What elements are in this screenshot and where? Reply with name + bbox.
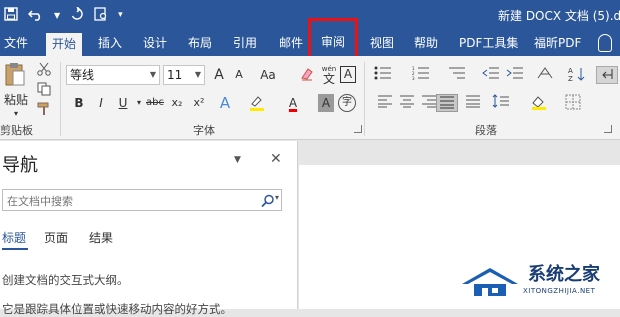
search-dropdown-icon[interactable]: ▾ (275, 193, 279, 202)
tab-foxit-pdf[interactable]: 福昕PDF (534, 31, 581, 56)
search-icon[interactable] (261, 193, 275, 208)
paste-icon[interactable] (4, 62, 26, 88)
watermark-text: 系统之家 (528, 264, 600, 285)
sort-icon[interactable]: AZ (566, 66, 588, 84)
tab-file[interactable]: 文件 (4, 31, 28, 56)
tab-insert[interactable]: 插入 (98, 31, 122, 56)
enclose-characters-button[interactable]: 字 (338, 94, 356, 112)
tab-references[interactable]: 引用 (233, 31, 257, 56)
nav-options-icon[interactable]: ▼ (234, 155, 241, 165)
change-case-button[interactable]: Aa (254, 66, 282, 84)
nav-help-text-2: 它是跟踪具体位置或快速移动内容的好方式。 (2, 302, 232, 316)
svg-text:A: A (568, 67, 573, 75)
subscript-button[interactable]: x₂ (166, 94, 188, 112)
font-name-combo[interactable]: 等线 ▼ (66, 65, 160, 85)
superscript-button[interactable]: x² (188, 94, 210, 112)
clipboard-group-label: 剪贴板 (0, 124, 33, 137)
undo-icon[interactable] (27, 7, 44, 24)
font-size-combo[interactable]: 11 ▼ (163, 65, 205, 85)
quick-access-toolbar: ▼ ▾ (4, 0, 123, 31)
decrease-indent-icon[interactable] (480, 66, 502, 84)
close-icon[interactable]: ✕ (270, 151, 282, 167)
tab-home[interactable]: 开始 (46, 33, 83, 56)
svg-text:Z: Z (568, 75, 573, 82)
tab-pdf-tools[interactable]: PDF工具集 (459, 31, 518, 56)
paragraph-group-label: 段落 (475, 124, 497, 137)
nav-search-box[interactable]: ▾ (2, 189, 282, 212)
shrink-font-button[interactable]: A (228, 66, 250, 84)
line-spacing-icon[interactable] (490, 94, 512, 112)
show-marks-icon[interactable] (596, 66, 618, 84)
bold-button[interactable]: B (68, 94, 90, 112)
save-icon[interactable] (4, 7, 18, 24)
lightbulb-icon[interactable] (598, 34, 612, 52)
tab-view[interactable]: 视图 (370, 31, 394, 56)
font-name-value: 等线 (70, 68, 95, 82)
multilevel-list-icon[interactable] (446, 66, 468, 84)
redo-icon[interactable] (70, 6, 84, 24)
chinese-layout-icon[interactable] (534, 66, 556, 84)
navigation-pane: 导航 ▼ ✕ ▾ 标题 页面 结果 创建文档的交互式大纲。 它是跟踪具体位置或快… (0, 141, 298, 316)
nav-pane-title: 导航 (2, 155, 38, 176)
shading-icon[interactable] (528, 94, 550, 112)
grow-font-button[interactable]: A (208, 66, 230, 84)
nav-tab-results[interactable]: 结果 (89, 229, 113, 246)
text-effects-button[interactable]: A (214, 94, 236, 112)
customize-icon[interactable]: ▾ (118, 11, 123, 20)
align-left-icon[interactable] (374, 94, 396, 112)
svg-text:3: 3 (412, 76, 415, 80)
nav-search-input[interactable] (3, 191, 243, 212)
highlight-icon[interactable] (246, 94, 268, 112)
nav-tab-pages[interactable]: 页面 (44, 229, 68, 246)
paragraph-dialog-launcher-icon[interactable] (604, 125, 612, 133)
copy-icon[interactable] (36, 82, 52, 98)
ribbon: 粘贴 ▾ 剪贴板 等线 ▼ 11 ▼ A A Aa wén 文 A B I U … (0, 56, 620, 140)
tab-design[interactable]: 设计 (143, 31, 167, 56)
nav-tab-headings[interactable]: 标题 (2, 229, 26, 246)
align-center-icon[interactable] (396, 94, 418, 112)
chevron-down-icon[interactable]: ▼ (195, 66, 201, 84)
justify-icon[interactable] (436, 94, 458, 112)
distributed-icon[interactable] (462, 94, 484, 112)
chevron-down-icon[interactable]: ▼ (150, 66, 156, 84)
character-shading-button[interactable]: A (318, 94, 334, 112)
font-group-label: 字体 (193, 124, 215, 137)
print-preview-icon[interactable] (94, 7, 108, 24)
document-title: 新建 DOCX 文档 (5).do (498, 9, 620, 23)
font-color-button[interactable]: A (282, 94, 304, 112)
watermark-subtext: XITONGZHIJIA.NET (523, 287, 596, 295)
ribbon-tabs: 文件 开始 插入 设计 布局 引用 邮件 审阅 视图 帮助 PDF工具集 福昕P… (0, 18, 620, 66)
tab-help[interactable]: 帮助 (414, 31, 438, 56)
nav-help-text-1: 创建文档的交互式大纲。 (2, 273, 129, 287)
cut-icon[interactable] (36, 62, 52, 78)
tab-layout[interactable]: 布局 (188, 31, 212, 56)
increase-indent-icon[interactable] (504, 66, 526, 84)
nav-tab-underline (2, 248, 28, 250)
font-dialog-launcher-icon[interactable] (354, 125, 362, 133)
phonetic-char: 文 (322, 72, 335, 86)
italic-button[interactable]: I (90, 94, 112, 112)
phonetic-guide-button[interactable]: wén 文 (318, 65, 340, 86)
character-border-button[interactable]: A (340, 66, 356, 83)
undo-dropdown-icon[interactable]: ▼ (54, 11, 60, 20)
tab-mailings[interactable]: 邮件 (279, 31, 303, 56)
paste-dropdown-icon[interactable]: ▾ (2, 106, 30, 122)
clear-formatting-icon[interactable] (296, 66, 318, 84)
strikethrough-button[interactable]: abc (144, 94, 166, 112)
numbering-icon[interactable]: 123 (410, 66, 432, 84)
borders-icon[interactable] (562, 94, 584, 112)
format-painter-icon[interactable] (36, 102, 52, 118)
bullets-icon[interactable] (372, 66, 394, 84)
font-size-value: 11 (167, 68, 183, 82)
